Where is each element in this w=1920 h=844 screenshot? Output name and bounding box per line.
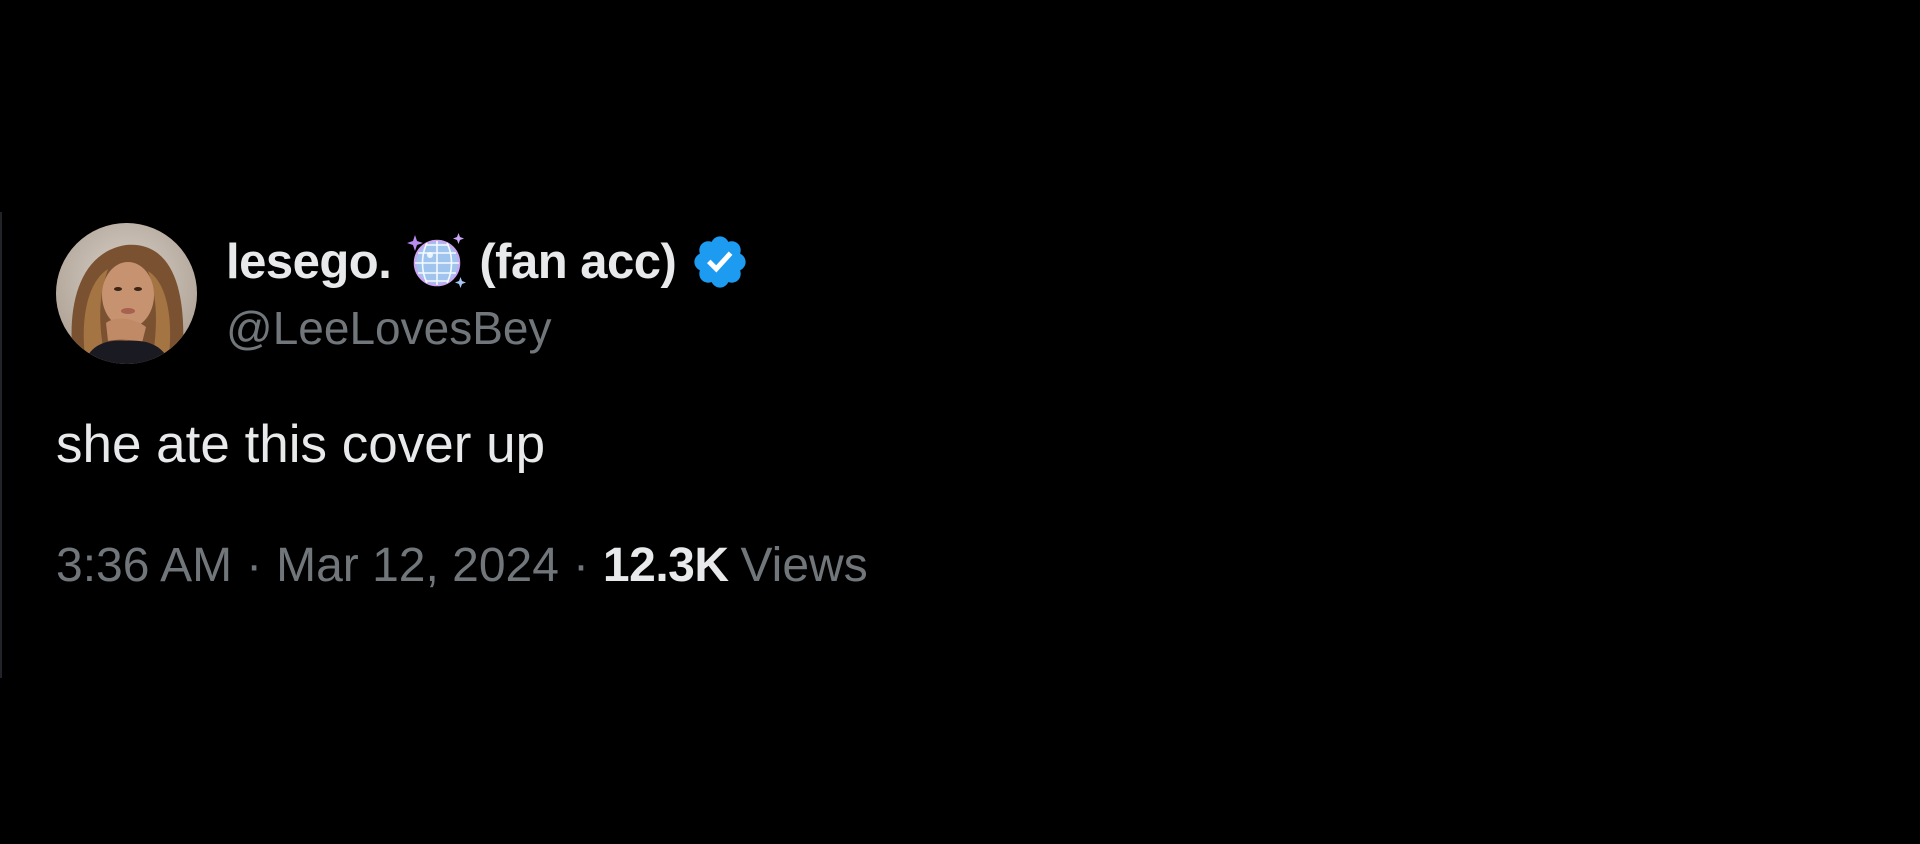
views-count[interactable]: 12.3K: [603, 538, 729, 593]
views-label: Views: [740, 539, 868, 592]
disco-ball-icon: [405, 231, 471, 293]
meta-separator: ·: [246, 539, 263, 592]
author-handle[interactable]: @LeeLovesBey: [226, 301, 750, 355]
avatar[interactable]: [56, 222, 197, 364]
author-identity: lesego. (fan acc) @LeeLovesBey: [226, 231, 750, 355]
tweet-text: she ate this cover up: [56, 415, 546, 474]
tweet-date[interactable]: Mar 12, 2024: [276, 538, 559, 593]
left-edge-divider: [0, 212, 2, 678]
verified-badge-icon[interactable]: [690, 232, 750, 292]
name-row: lesego. (fan acc): [226, 231, 750, 293]
tweet-header: lesego. (fan acc) @LeeLovesBey: [56, 222, 1156, 364]
avatar-image: [56, 222, 197, 364]
tweet-time[interactable]: 3:36 AM: [56, 538, 232, 593]
tweet-meta: 3:36 AM · Mar 12, 2024 · 12.3K Views: [56, 538, 1156, 593]
tweet-card: lesego. (fan acc) @LeeLovesBey she ate t…: [56, 222, 1156, 593]
display-name-suffix[interactable]: (fan acc): [479, 234, 677, 290]
display-name[interactable]: lesego.: [226, 234, 392, 290]
meta-separator: ·: [572, 539, 589, 592]
